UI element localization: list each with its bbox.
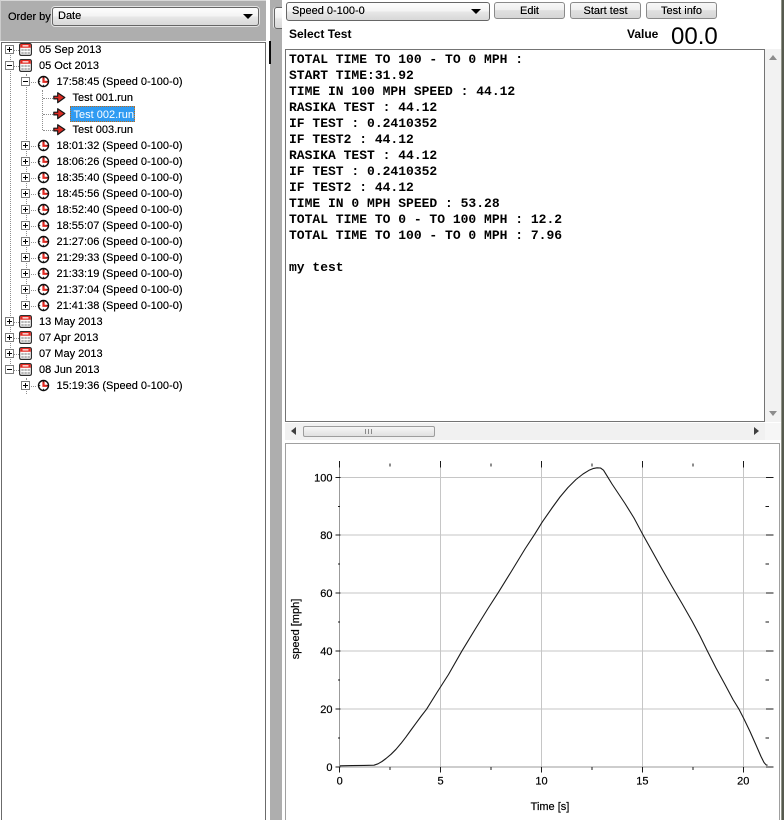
svg-text:5: 5 [438,776,444,788]
svg-text:20: 20 [320,704,332,716]
svg-text:20: 20 [737,776,749,788]
svg-text:60: 60 [320,588,332,600]
svg-text:Time [s]: Time [s] [531,801,570,813]
svg-text:0: 0 [326,762,332,774]
svg-text:80: 80 [320,530,332,542]
svg-text:speed [mph]: speed [mph] [290,599,302,660]
svg-text:100: 100 [314,472,332,484]
svg-text:0: 0 [337,776,343,788]
svg-text:10: 10 [535,776,547,788]
svg-text:15: 15 [636,776,648,788]
svg-text:40: 40 [320,646,332,658]
